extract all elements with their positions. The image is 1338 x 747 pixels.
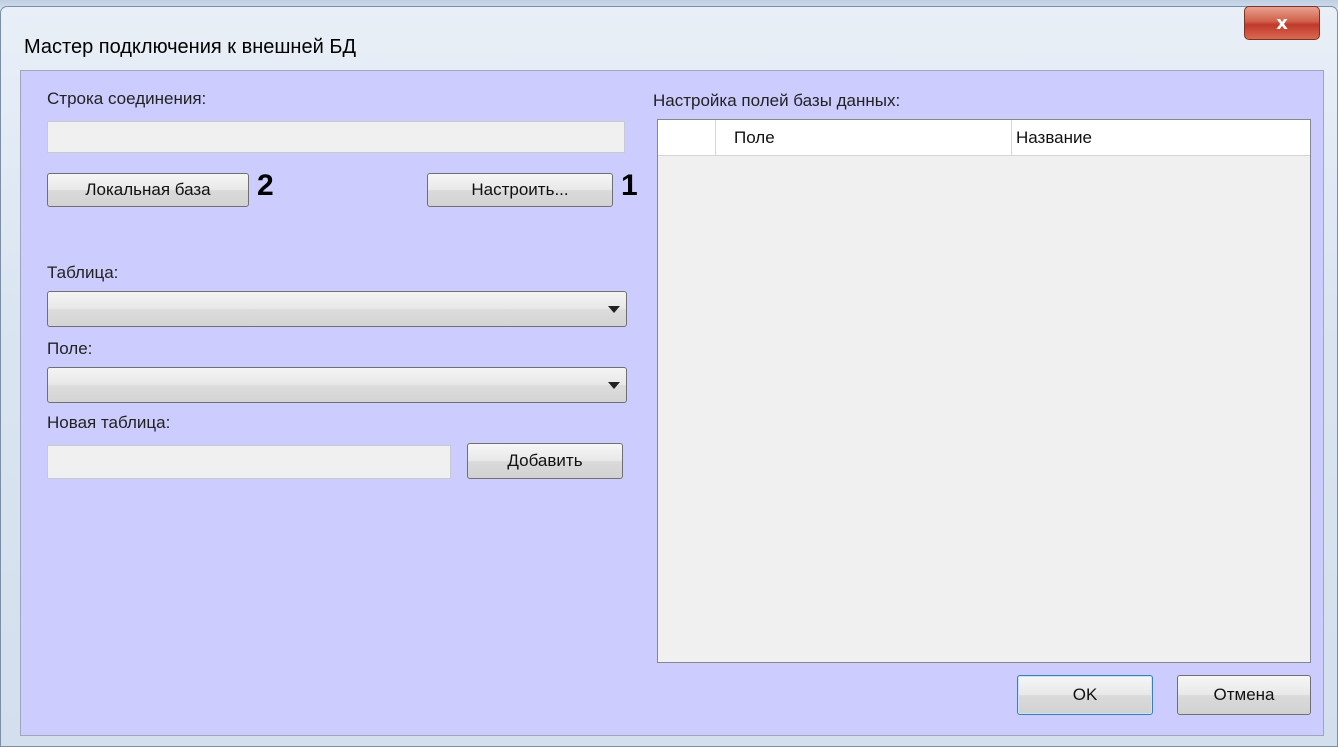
configure-button[interactable]: Настроить...: [427, 173, 613, 207]
connection-string-field[interactable]: [47, 121, 625, 153]
window-title: Мастер подключения к внешней БД: [24, 36, 356, 58]
connection-string-label: Строка соединения:: [47, 89, 207, 108]
close-icon: x: [1276, 12, 1288, 34]
new-table-field[interactable]: [47, 445, 451, 479]
dialog-client-area: Строка соединения: Локальная база 2 Наст…: [20, 70, 1324, 736]
column-header-name[interactable]: Название: [1012, 120, 1310, 155]
callout-marker-2: 2: [257, 169, 274, 202]
column-header-field[interactable]: Поле: [716, 120, 1012, 155]
chevron-down-icon: [608, 382, 620, 389]
table-header: Поле Название: [658, 120, 1310, 156]
field-select[interactable]: [47, 367, 627, 403]
db-fields-label: Настройка полей базы данных:: [653, 91, 901, 110]
local-db-button[interactable]: Локальная база: [47, 173, 249, 207]
row-selector-header: [658, 120, 716, 155]
cancel-button[interactable]: Отмена: [1177, 675, 1311, 715]
new-table-label: Новая таблица:: [47, 413, 171, 432]
field-label: Поле:: [47, 339, 93, 358]
chevron-down-icon: [608, 306, 620, 313]
db-fields-table[interactable]: Поле Название: [657, 119, 1311, 663]
table-select[interactable]: [47, 291, 627, 327]
table-label: Таблица:: [47, 263, 119, 282]
add-button[interactable]: Добавить: [467, 443, 623, 479]
ok-button[interactable]: OK: [1017, 675, 1153, 715]
close-button[interactable]: x: [1244, 6, 1320, 40]
callout-marker-1: 1: [621, 169, 638, 202]
